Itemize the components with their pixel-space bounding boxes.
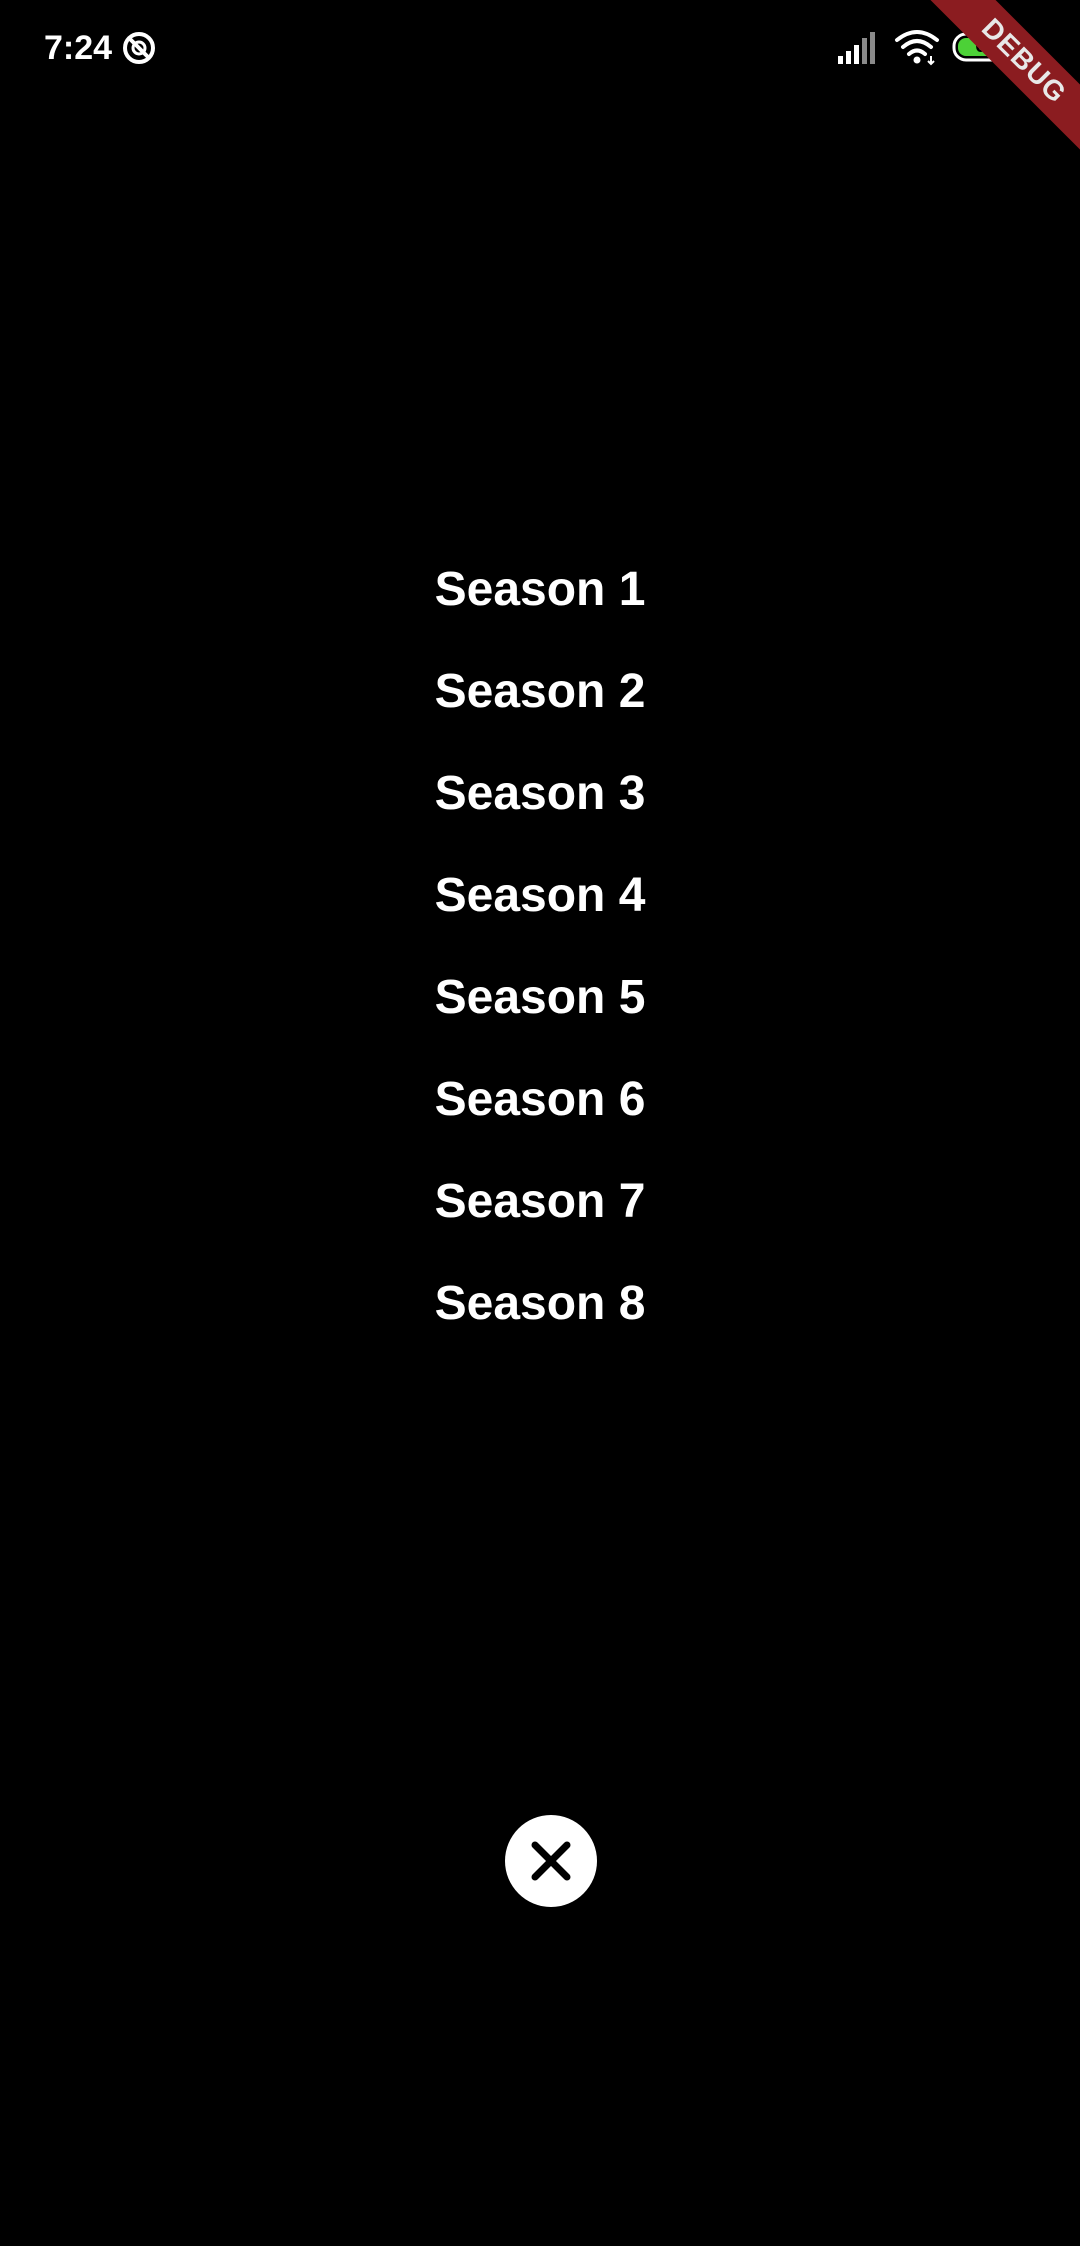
- season-item-3[interactable]: Season 3: [0, 742, 1080, 844]
- status-bar: 7:24 63: [0, 0, 1080, 96]
- signal-icon: [838, 32, 875, 64]
- season-item-8[interactable]: Season 8: [0, 1252, 1080, 1354]
- status-time: 7:24: [44, 29, 113, 67]
- season-item-4[interactable]: Season 4: [0, 844, 1080, 946]
- season-list: Season 1 Season 2 Season 3 Season 4 Seas…: [0, 538, 1080, 1354]
- season-item-5[interactable]: Season 5: [0, 946, 1080, 1048]
- season-item-1[interactable]: Season 1: [0, 538, 1080, 640]
- debug-banner-label: DEBUG: [929, 0, 1080, 156]
- close-icon: [531, 1841, 571, 1881]
- debug-banner: DEBUG: [920, 0, 1080, 160]
- season-item-2[interactable]: Season 2: [0, 640, 1080, 742]
- season-item-7[interactable]: Season 7: [0, 1150, 1080, 1252]
- do-not-disturb-icon: [123, 32, 155, 64]
- close-button[interactable]: [505, 1815, 597, 1907]
- season-item-6[interactable]: Season 6: [0, 1048, 1080, 1150]
